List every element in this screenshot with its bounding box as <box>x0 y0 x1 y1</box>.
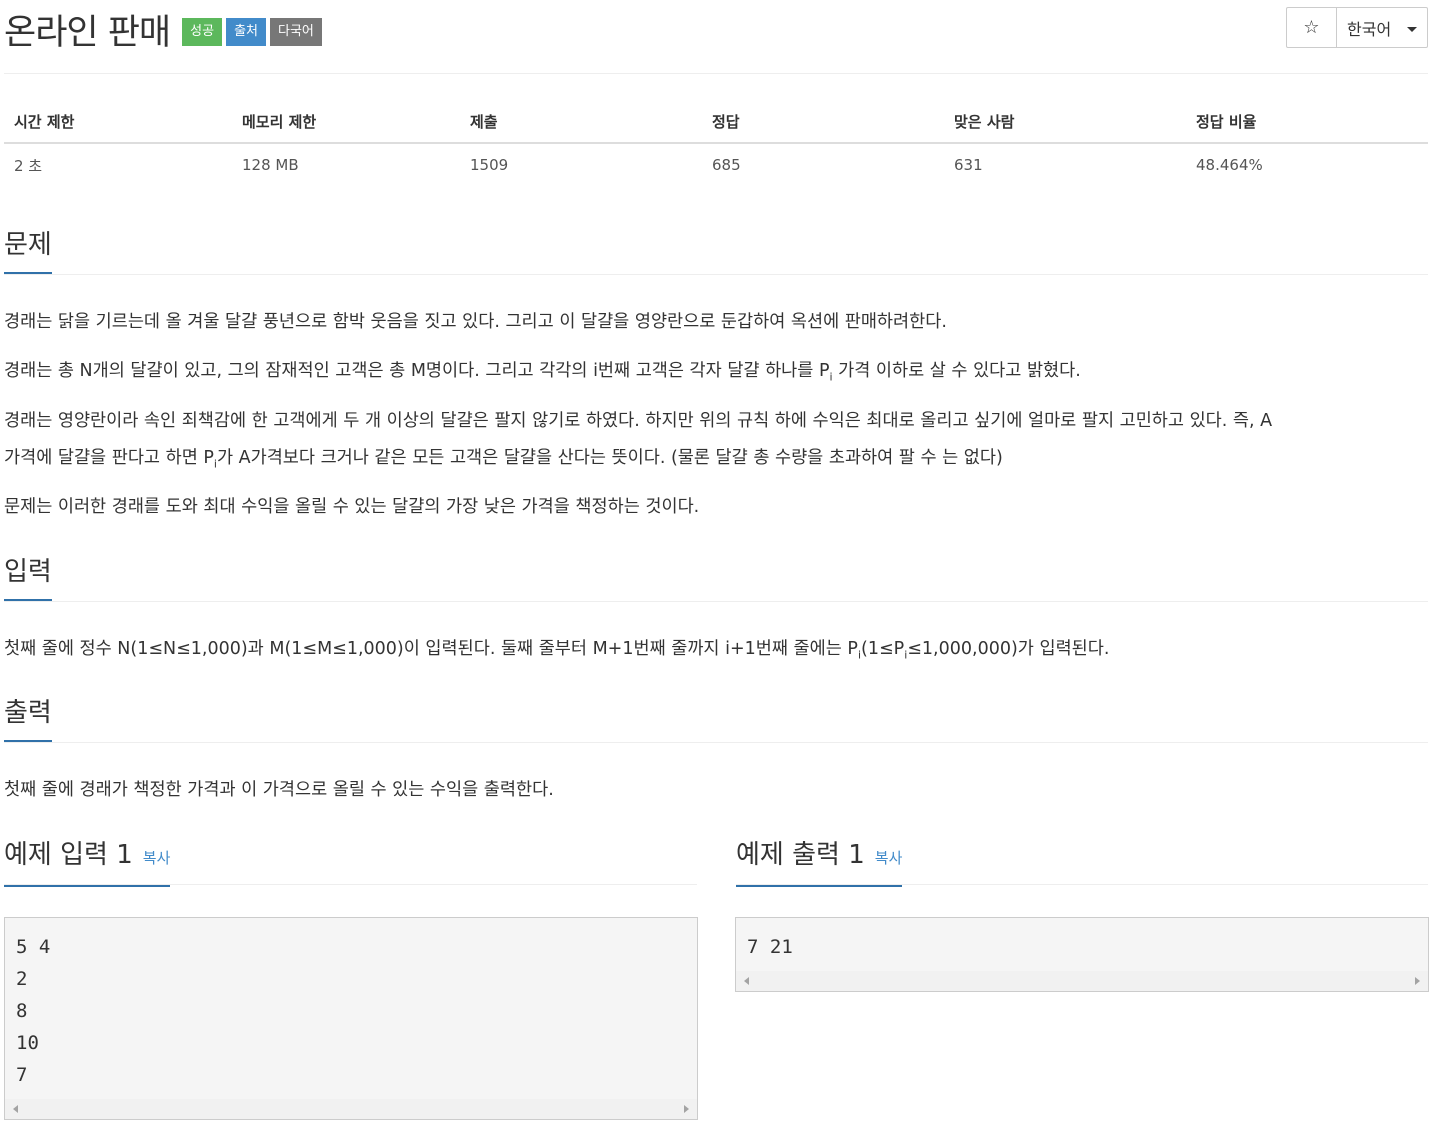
language-label: 한국어 <box>1347 19 1392 39</box>
time-limit-value: 2 초 <box>14 156 43 175</box>
submissions-value[interactable]: 1509 <box>460 143 702 186</box>
problem-paragraph-3: 경래는 영양란이라 속인 죄책감에 한 고객에게 두 개 이상의 달걀은 팔지 … <box>4 411 1273 471</box>
multilang-badge[interactable]: 다국어 <box>269 18 322 46</box>
problem-paragraph-4: 문제는 이러한 경래를 도와 최대 수익을 올릴 수 있는 달걀의 가장 낮은 … <box>4 497 700 517</box>
header-memory-limit: 메모리 제한 <box>232 100 460 144</box>
accept-ratio-value: 48.464% <box>1196 156 1263 174</box>
problem-heading: 문제 <box>4 228 52 274</box>
copy-output-button[interactable]: 복사 <box>875 849 903 867</box>
table-row: 2 초 128 MB 1509 685 631 48.464% <box>4 143 1428 186</box>
scroll-left-icon[interactable] <box>744 977 749 985</box>
sample-output-heading: 예제 출력 1 복사 <box>736 838 903 887</box>
toolbar-buttons: ☆ 한국어 <box>1286 7 1428 48</box>
sample-input-header: 예제 입력 1 복사 <box>4 838 697 887</box>
sample-output-box: 7 21 <box>735 917 1429 992</box>
horizontal-scrollbar[interactable] <box>5 1099 697 1119</box>
success-badge[interactable]: 성공 <box>182 18 223 46</box>
chevron-down-icon <box>1407 27 1417 32</box>
sample-input-heading: 예제 입력 1 복사 <box>4 838 171 887</box>
output-section-header: 출력 <box>4 696 1428 743</box>
output-description: 첫째 줄에 경래가 책정한 가격과 이 가격으로 올릴 수 있는 수익을 출력한… <box>4 780 554 800</box>
table-header-row: 시간 제한 메모리 제한 제출 정답 맞은 사람 정답 비율 <box>4 100 1428 144</box>
scroll-right-icon[interactable] <box>1415 977 1420 985</box>
copy-input-button[interactable]: 복사 <box>143 849 171 867</box>
header-accept-ratio: 정답 비율 <box>1186 100 1428 144</box>
header-solved-users: 맞은 사람 <box>944 100 1186 144</box>
accepted-value: 685 <box>712 156 741 174</box>
problem-paragraph-1: 경래는 닭을 기르는데 올 겨울 달걀 풍년으로 함박 웃음을 짓고 있다. 그… <box>4 312 947 332</box>
sample-output-header: 예제 출력 1 복사 <box>736 838 1428 887</box>
output-heading: 출력 <box>4 696 52 742</box>
problem-section-header: 문제 <box>4 228 1428 275</box>
sample-input-code[interactable]: 5 4 2 8 10 7 <box>4 917 698 1120</box>
sample-input-box: 5 4 2 8 10 7 <box>4 917 698 1120</box>
scroll-left-icon[interactable] <box>13 1105 18 1113</box>
header-time-limit: 시간 제한 <box>4 100 232 144</box>
memory-limit-value: 128 MB <box>242 156 299 174</box>
horizontal-scrollbar[interactable] <box>736 971 1428 991</box>
problem-paragraph-2: 경래는 총 N개의 달걀이 있고, 그의 잠재적인 고객은 총 M명이다. 그리… <box>4 361 1081 384</box>
input-heading: 입력 <box>4 555 52 601</box>
language-select[interactable]: 한국어 <box>1337 8 1427 47</box>
scroll-right-icon[interactable] <box>684 1105 689 1113</box>
source-badge[interactable]: 출처 <box>226 18 266 46</box>
header-accepted: 정답 <box>702 100 944 144</box>
solved-users-value[interactable]: 631 <box>944 143 1186 186</box>
page-title: 온라인 판매 <box>4 12 171 53</box>
star-icon[interactable]: ☆ <box>1287 8 1337 47</box>
header-submissions: 제출 <box>460 100 702 144</box>
problem-info-table: 시간 제한 메모리 제한 제출 정답 맞은 사람 정답 비율 2 초 128 M… <box>4 100 1428 186</box>
divider <box>4 73 1428 74</box>
problem-title-bar: 온라인 판매 성공 출처 다국어 <box>4 4 322 54</box>
input-section-header: 입력 <box>4 555 1428 602</box>
input-description: 첫째 줄에 정수 N(1≤N≤1,000)과 M(1≤M≤1,000)이 입력된… <box>4 639 1110 662</box>
